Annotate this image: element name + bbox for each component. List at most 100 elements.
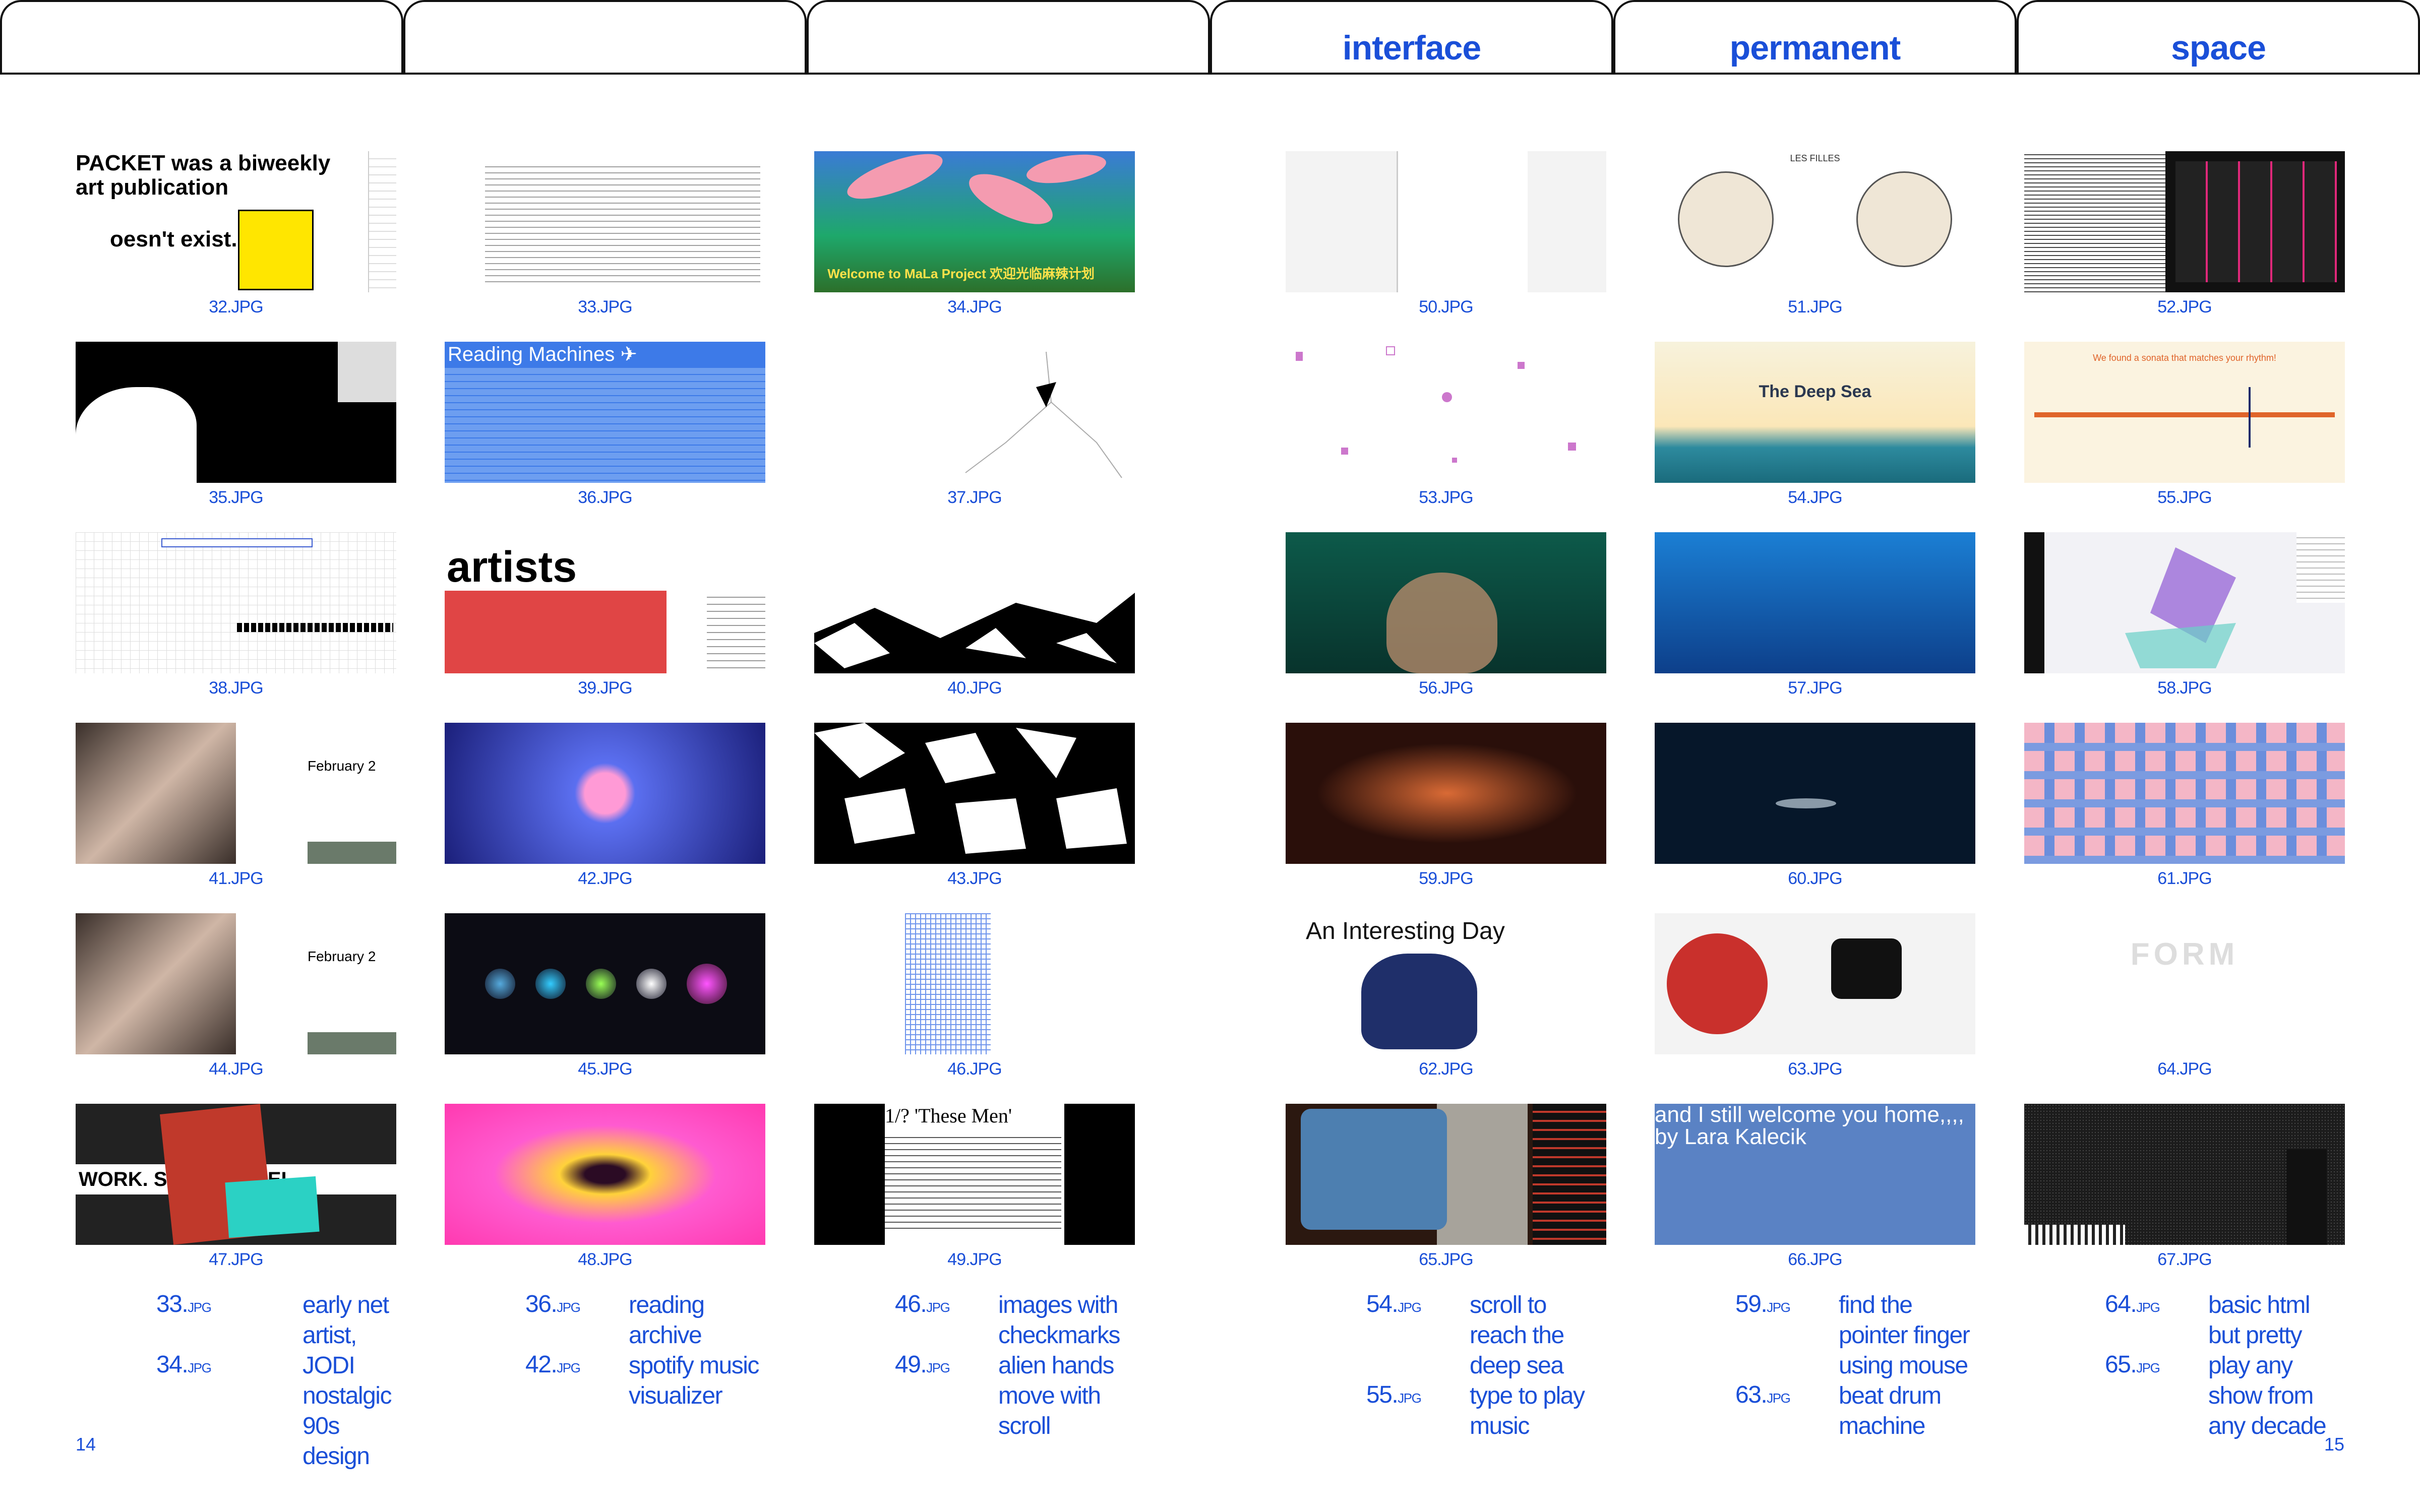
artists-title: artists (447, 543, 577, 591)
petal-shape (1024, 151, 1109, 188)
note-text: reading archive spotify music visualizer (629, 1292, 759, 1409)
thumbnail-caption: 38.JPG (209, 678, 263, 698)
black-margin-right (1064, 1104, 1135, 1245)
visualizer-orb (586, 969, 616, 999)
scattered-icons-graphic (1296, 346, 1576, 463)
gallery-wall (1397, 151, 1528, 292)
thumbnail-caption: 32.JPG (209, 297, 263, 317)
packet-snippet: oesn't exist. (110, 227, 237, 251)
note-ref: 42.JPG (525, 1351, 581, 1378)
artists-list (707, 591, 765, 673)
party-photo-glow (1316, 743, 1578, 844)
thumbnail-caption: 35.JPG (209, 488, 263, 507)
thumbnail-37-image (814, 342, 1135, 483)
note-text: scroll to reach the deep sea type to play mu… (1470, 1292, 1585, 1439)
thumbnail-caption: 40.JPG (947, 678, 1002, 698)
silhouette-blob (76, 387, 197, 483)
deep-sea-title: The Deep Sea (1759, 382, 1871, 401)
note-text: early net artist, JODI nostalgic 90s design (302, 1292, 392, 1470)
tab-permanent[interactable]: permanent (1613, 0, 2017, 75)
these-men-title: 1/? 'These Men' (885, 1104, 1012, 1127)
portrait-image (76, 913, 236, 1054)
thumbnail-caption: 52.JPG (2157, 297, 2212, 317)
visualizer-orb (687, 964, 727, 1004)
thumbnail-caption: 55.JPG (2157, 488, 2212, 507)
crack-lines-graphic (965, 351, 1122, 478)
note-group-4: 54.JPG 55.JPG scroll to reach the deep sea… (1366, 1290, 1618, 1452)
thumbnail-caption: 65.JPG (1419, 1250, 1473, 1269)
thumbnail-38-image (76, 532, 396, 673)
black-margin-left (814, 1104, 885, 1245)
thumbnail-caption: 41.JPG (209, 869, 263, 888)
turntable-left (1678, 171, 1774, 267)
thumbnail-46-image (814, 913, 1135, 1054)
thumbnail-caption: 61.JPG (2157, 869, 2212, 888)
thumbnail-45-image (445, 913, 765, 1054)
thumbnail-55-image: We found a sonata that matches your rhyt… (2024, 342, 2345, 483)
note-ref: 59.JPG (1735, 1291, 1791, 1317)
tab-3[interactable] (807, 0, 1210, 75)
thumbnail-51-image: LES FILLES (1655, 151, 1975, 292)
thumbnail-caption: 59.JPG (1419, 869, 1473, 888)
visualizer-orb (636, 969, 667, 999)
event-date: February 2 (308, 758, 376, 774)
code-lines (485, 161, 760, 282)
thumbnail-60-image (1655, 723, 1975, 864)
bar-strip (2024, 1225, 2125, 1245)
thumbnail-caption: 47.JPG (209, 1250, 263, 1269)
wave-lines (2024, 151, 2165, 292)
thumbnail-caption: 44.JPG (209, 1059, 263, 1079)
thumbnail-67-image (2024, 1104, 2345, 1245)
thumbnail-caption: 50.JPG (1419, 297, 1473, 317)
tab-space[interactable]: space (2017, 0, 2420, 75)
note-ref: 64.JPG (2105, 1291, 2160, 1317)
note-ref: 49.JPG (895, 1351, 950, 1378)
sonata-timeline (2034, 412, 2335, 417)
thumbnail-61-image (2024, 723, 2345, 864)
note-ref: 55.JPG (1366, 1381, 1422, 1408)
thumbnail-caption: 53.JPG (1419, 488, 1473, 507)
thumbnail-40-image (814, 532, 1135, 673)
swimmer-figure (1386, 573, 1497, 673)
thumbnail-50-image (1286, 151, 1606, 292)
reading-machines-title: Reading Machines ✈ (448, 343, 637, 365)
shattered-pattern-graphic (814, 593, 1135, 673)
tab-1[interactable] (0, 0, 403, 75)
shark-shape (1776, 798, 1836, 808)
thumbnail-43-image (814, 723, 1135, 864)
thumbnail-caption: 36.JPG (578, 488, 632, 507)
thumbnail-caption: 43.JPG (947, 869, 1002, 888)
event-date: February 2 (308, 949, 376, 964)
thumbnail-caption: 49.JPG (947, 1250, 1002, 1269)
form-logo: FORM (2130, 937, 2239, 972)
thumbnail-caption: 34.JPG (947, 297, 1002, 317)
teal-card (225, 1176, 320, 1238)
drum-machine-box (1831, 938, 1902, 999)
thumbnail-caption: 66.JPG (1788, 1250, 1842, 1269)
reading-table-rows (445, 368, 765, 483)
dark-tower (2286, 1149, 2327, 1245)
thumbnail-caption: 64.JPG (2157, 1059, 2212, 1079)
thumbnail-caption: 46.JPG (947, 1059, 1002, 1079)
mala-welcome-text: Welcome to MaLa Project 欢迎光临麻辣计划 (827, 266, 1095, 281)
thumbnail-caption: 60.JPG (1788, 869, 1842, 888)
note-group-1: 33.JPG 34.JPG early net artist, JODI nosta… (156, 1290, 408, 1470)
tab-permanent-label: permanent (1729, 29, 1901, 67)
small-photo (308, 842, 396, 864)
thumbnail-caption: 54.JPG (1788, 488, 1842, 507)
tab-2[interactable] (403, 0, 807, 75)
these-men-body-text (885, 1132, 1061, 1233)
thumbnail-caption: 56.JPG (1419, 678, 1473, 698)
page-number-right: 15 (2324, 1434, 2345, 1455)
stripe-pattern (2024, 723, 2345, 864)
note-text: images with checkmarks alien hands move wit… (998, 1292, 1121, 1439)
tab-interface[interactable]: interface (1210, 0, 1613, 75)
window-shape (338, 342, 396, 402)
petal-shape (842, 151, 948, 208)
note-group-6: 64.JPG 65.JPG basic html but pretty play a… (2105, 1290, 2387, 1452)
visualizer-orb (535, 969, 566, 999)
ui-panels (2175, 161, 2337, 282)
thumbnail-59-image (1286, 723, 1606, 864)
note-text: basic html but pretty play any show from any… (2208, 1292, 2327, 1439)
note-ref: 33.JPG (156, 1291, 212, 1317)
